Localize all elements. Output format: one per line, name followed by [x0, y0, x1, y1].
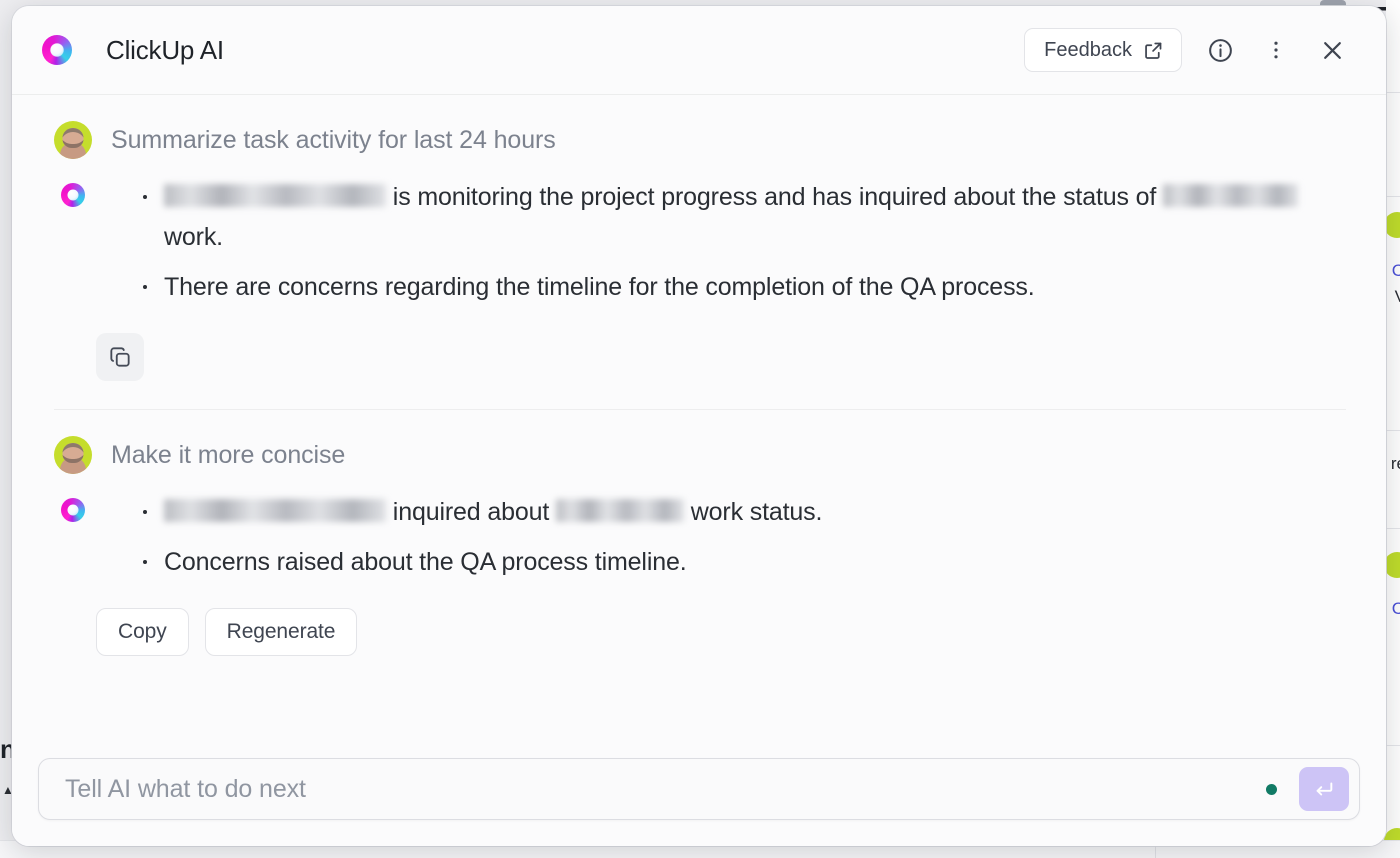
- answer-actions: [54, 307, 1346, 381]
- ai-logo-column: [54, 177, 92, 307]
- list-item: is monitoring the project progress and h…: [140, 177, 1346, 257]
- background-divider: [1386, 92, 1400, 93]
- avatar: [54, 121, 92, 159]
- avatar: [54, 436, 92, 474]
- modal-header: ClickUp AI Feedback: [12, 6, 1386, 95]
- clickup-ai-logo-icon: [42, 35, 72, 65]
- redacted-name: [555, 499, 684, 522]
- bullet-text-segment: inquired about: [386, 498, 556, 526]
- background-text: re: [1390, 454, 1400, 473]
- regenerate-button[interactable]: Regenerate: [204, 608, 358, 656]
- conversation-thread: Summarize task activity for last 24 hour…: [12, 95, 1386, 740]
- copy-icon-button[interactable]: [96, 333, 144, 381]
- bullet-text-segment: work.: [164, 223, 223, 251]
- background-divider: [1386, 745, 1400, 746]
- background-right-column: [1386, 0, 1400, 858]
- answer-actions: Copy Regenerate: [54, 582, 1346, 656]
- ai-answer-row: inquired about work status. Concerns rais…: [54, 474, 1346, 582]
- bullet-text-segment: Concerns raised about the QA process tim…: [164, 548, 687, 576]
- user-prompt-text: Summarize task activity for last 24 hour…: [111, 125, 556, 154]
- user-prompt-row: Make it more concise: [54, 410, 1346, 474]
- background-text: V: [1395, 288, 1400, 306]
- background-divider: [1386, 196, 1400, 197]
- search-input[interactable]: [65, 774, 1266, 804]
- enter-arrow-icon: [1313, 778, 1335, 800]
- bullet-text-segment: is monitoring the project progress and h…: [386, 183, 1164, 211]
- feedback-button-label: Feedback: [1044, 38, 1132, 61]
- feedback-button[interactable]: Feedback: [1024, 28, 1182, 72]
- external-link-icon: [1143, 40, 1164, 61]
- redacted-name: [164, 184, 386, 207]
- answer-bullet-list: inquired about work status. Concerns rais…: [140, 492, 1346, 582]
- copy-button[interactable]: Copy: [96, 608, 189, 656]
- redacted-name: [164, 499, 386, 522]
- clickup-ai-logo-icon: [61, 498, 85, 522]
- conversation-turn: Make it more concise inquired about work…: [12, 410, 1386, 656]
- composer[interactable]: [38, 758, 1360, 820]
- page-title: ClickUp AI: [106, 34, 224, 65]
- close-icon[interactable]: [1310, 28, 1354, 72]
- user-prompt-row: Summarize task activity for last 24 hour…: [54, 95, 1346, 159]
- bullet-text-segment: There are concerns regarding the timelin…: [164, 273, 1035, 301]
- background-link-text: C: [1391, 599, 1400, 618]
- more-vertical-icon[interactable]: [1254, 28, 1298, 72]
- ai-answer-row: is monitoring the project progress and h…: [54, 159, 1346, 307]
- list-item: inquired about work status.: [140, 492, 1346, 532]
- send-button[interactable]: [1299, 767, 1349, 811]
- composer-area: [12, 740, 1386, 846]
- user-prompt-text: Make it more concise: [111, 440, 346, 469]
- ai-answer-body: inquired about work status. Concerns rais…: [92, 492, 1346, 582]
- list-item: There are concerns regarding the timelin…: [140, 267, 1346, 307]
- background-link-text: C: [1391, 261, 1400, 280]
- copy-icon: [107, 344, 133, 370]
- status-badge: [1266, 783, 1277, 795]
- background-divider: [1386, 528, 1400, 529]
- redacted-name: [1163, 184, 1299, 207]
- ai-answer-body: is monitoring the project progress and h…: [92, 177, 1346, 307]
- list-item: Concerns raised about the QA process tim…: [140, 542, 1346, 582]
- bullet-text-segment: work status.: [683, 498, 823, 526]
- clickup-ai-logo-icon: [61, 183, 85, 207]
- info-circle-icon[interactable]: [1198, 28, 1242, 72]
- ai-logo-column: [54, 492, 92, 582]
- clickup-ai-modal: ClickUp AI Feedback Summarize task activ…: [12, 6, 1386, 846]
- background-divider: [1386, 430, 1400, 431]
- answer-bullet-list: is monitoring the project progress and h…: [140, 177, 1346, 307]
- conversation-turn: Summarize task activity for last 24 hour…: [12, 95, 1386, 410]
- header-actions: Feedback: [1024, 28, 1354, 72]
